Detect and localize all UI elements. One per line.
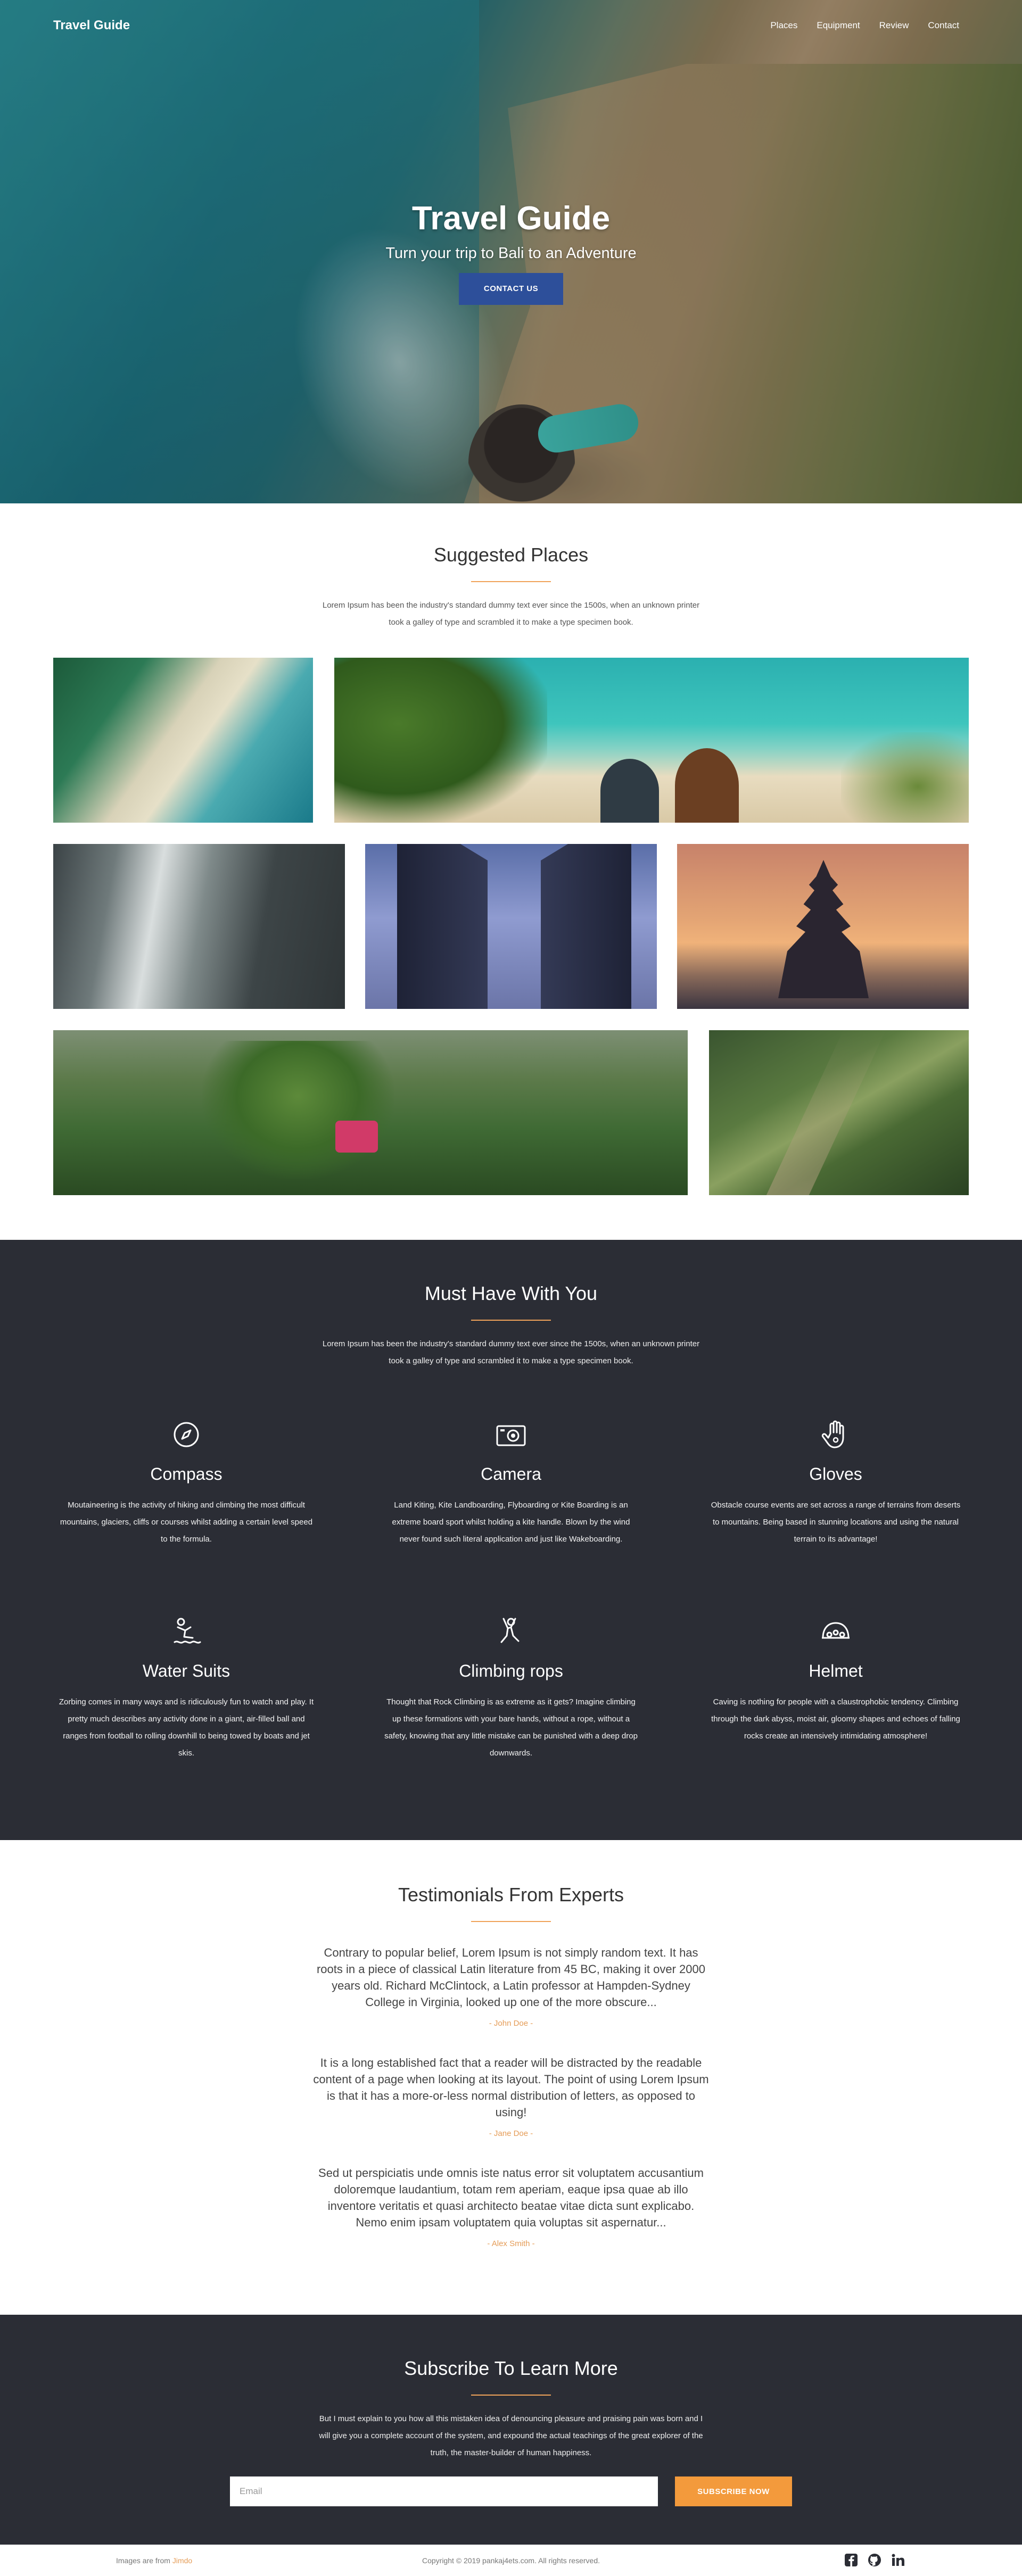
feature-item: Helmet Caving is nothing for people with… [703,1614,969,1745]
place-photo-rice-ridge[interactable] [709,1030,969,1195]
place-photo-temple-gate[interactable] [365,844,657,1009]
top-nav: Travel Guide Places Equipment Review Con… [0,0,1022,53]
brand-logo[interactable]: Travel Guide [53,18,130,33]
feature-item: Water Suits Zorbing comes in many ways a… [53,1614,319,1762]
title-divider [471,1320,551,1321]
testimonials-section: Testimonials From Experts Contrary to po… [0,1840,1022,2315]
testimonial-item: It is a long established fact that a rea… [311,2055,711,2138]
must-have-title: Must Have With You [424,1282,598,1304]
subscribe-description: But I must explain to you how all this m… [319,2414,703,2457]
github-icon[interactable] [867,2552,883,2568]
places-description: Lorem Ipsum has been the industry's stan… [322,601,700,627]
climbing-icon [500,1618,520,1643]
subscribe-section: Subscribe To Learn More But I must expla… [0,2315,1022,2545]
feature-title: Compass [150,1464,222,1484]
footer-social [843,2552,906,2568]
testimonial-author: - Jane Doe - [489,2129,533,2138]
testimonial-text: It is a long established fact that a rea… [313,2056,709,2119]
nav-link-review[interactable]: Review [879,20,909,31]
place-photo-aerial-beach[interactable] [53,658,313,823]
places-gallery [0,658,1022,1195]
hero-section: Travel Guide Places Equipment Review Con… [0,0,1022,503]
nav-link-equipment[interactable]: Equipment [817,20,860,31]
hero-title: Travel Guide [411,200,611,237]
feature-title: Water Suits [142,1661,230,1680]
feature-text: Thought that Rock Climbing is as extreme… [384,1697,638,1758]
feature-text: Zorbing comes in many ways and is ridicu… [59,1697,314,1758]
place-photo-waterfall[interactable] [53,844,345,1009]
facebook-icon[interactable] [843,2552,859,2568]
feature-title: Gloves [809,1464,862,1484]
feature-title: Camera [481,1464,541,1484]
feature-title: Helmet [809,1661,863,1680]
subscribe-now-button[interactable]: SUBSCRIBE NOW [675,2476,792,2506]
subscribe-title: Subscribe To Learn More [404,2357,618,2379]
feature-text: Caving is nothing for people with a clau… [711,1697,960,1741]
title-divider [471,1921,551,1922]
feature-text: Land Kiting, Kite Landboarding, Flyboard… [392,1501,630,1544]
nav-menu: Places Equipment Review Contact [770,20,959,31]
water-suit-icon [174,1618,201,1644]
nav-link-places[interactable]: Places [770,20,797,31]
hero-subtitle: Turn your trip to Bali to an Adventure [385,245,637,262]
feature-item: Climbing rops Thought that Rock Climbing… [378,1614,644,1762]
testimonial-text: Sed ut perspiciatis unde omnis iste natu… [318,2166,704,2229]
title-divider [471,581,551,582]
title-divider [471,2395,551,2396]
footer: Images are from Jimdo Copyright © 2019 p… [0,2545,1022,2575]
feature-title: Climbing rops [459,1661,563,1680]
must-have-description: Lorem Ipsum has been the industry's stan… [322,1339,700,1365]
glove-icon [821,1420,844,1448]
place-photo-jungle-swing[interactable] [53,1030,688,1195]
subscribe-form: SUBSCRIBE NOW [0,2476,1022,2508]
feature-text: Obstacle course events are set across a … [711,1501,961,1544]
feature-item: Compass Moutaineering is the activity of… [53,1418,319,1548]
linkedin-icon[interactable] [890,2552,906,2568]
features-grid: Compass Moutaineering is the activity of… [0,1391,1022,1763]
hero-content: Travel Guide Turn your trip to Bali to a… [0,200,1022,305]
suggested-places-section: Suggested Places Lorem Ipsum has been th… [0,503,1022,1240]
place-photo-surf-beach[interactable] [334,658,969,823]
nav-link-contact[interactable]: Contact [928,20,959,31]
place-photo-pagoda[interactable] [677,844,969,1009]
testimonials-title: Testimonials From Experts [398,1884,624,1906]
compass-icon [174,1422,199,1447]
email-input[interactable] [230,2476,658,2506]
feature-text: Moutaineering is the activity of hiking … [60,1501,313,1544]
must-have-section: Must Have With You Lorem Ipsum has been … [0,1240,1022,1840]
feature-item: Camera Land Kiting, Kite Landboarding, F… [378,1418,644,1548]
contact-us-button[interactable]: CONTACT US [459,273,563,305]
places-title: Suggested Places [433,544,589,566]
camera-icon [496,1425,526,1446]
helmet-icon [822,1622,850,1639]
feature-item: Gloves Obstacle course events are set ac… [703,1418,969,1548]
testimonial-item: Contrary to popular belief, Lorem Ipsum … [311,1944,711,2028]
testimonial-author: - John Doe - [489,2019,533,2028]
testimonial-author: - Alex Smith - [487,2239,535,2248]
testimonial-item: Sed ut perspiciatis unde omnis iste natu… [311,2165,711,2248]
testimonial-text: Contrary to popular belief, Lorem Ipsum … [316,1946,706,2009]
